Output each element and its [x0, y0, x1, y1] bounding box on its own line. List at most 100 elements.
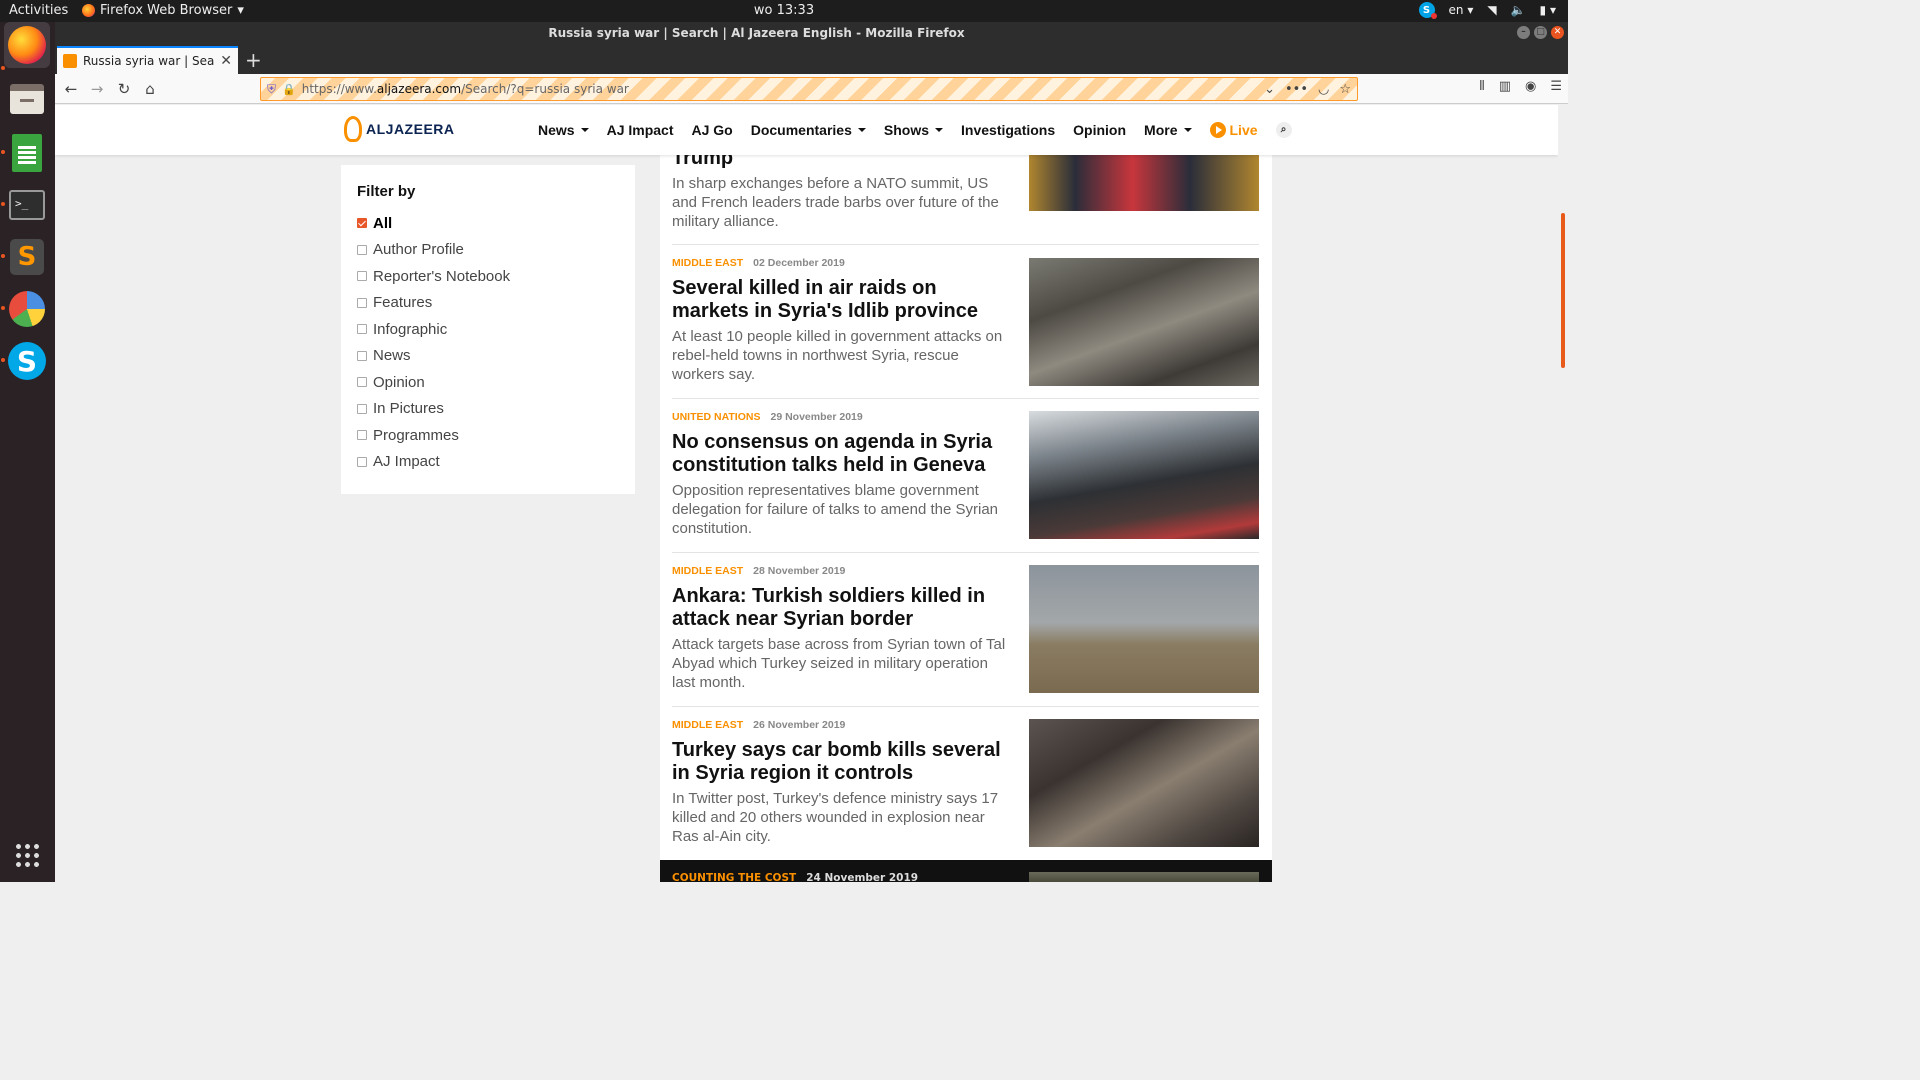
filter-option-programmes[interactable]: Programmes — [357, 422, 619, 449]
dock-skype[interactable]: S — [4, 338, 50, 384]
filter-option-label: News — [373, 347, 411, 365]
result-headline[interactable]: Turkey says car bomb kills several in Sy… — [672, 739, 1012, 785]
result-summary: Attack targets base across from Syrian t… — [672, 636, 1006, 691]
checkbox[interactable] — [357, 350, 367, 361]
search-icon[interactable]: ⌕ — [1275, 122, 1292, 138]
filter-option-label: Opinion — [373, 373, 425, 391]
filter-option-in-pictures[interactable]: In Pictures — [357, 396, 619, 423]
result-date: 24 November 2019 — [806, 872, 919, 882]
home-button[interactable]: ⌂ — [140, 79, 160, 99]
menu-icon[interactable]: ☰ — [1550, 79, 1562, 94]
scrollbar-thumb[interactable] — [1561, 213, 1565, 368]
reload-button[interactable]: ↻ — [114, 79, 134, 99]
search-result[interactable]: MIDDLE EAST 02 December 2019 Several kill… — [672, 245, 1259, 399]
result-category[interactable]: MIDDLE EAST — [672, 719, 743, 731]
library-icon[interactable]: ⫴ — [1479, 79, 1484, 94]
result-category[interactable]: MIDDLE EAST — [672, 257, 743, 269]
result-category[interactable]: COUNTING THE COST — [672, 872, 796, 882]
checkbox[interactable] — [357, 271, 367, 282]
checkbox-checked[interactable] — [357, 218, 367, 229]
nav-aj-impact[interactable]: AJ Impact — [607, 122, 674, 138]
tracking-shield-icon[interactable]: ⛨ — [267, 82, 276, 97]
result-headline[interactable]: Several killed in air raids on markets i… — [672, 277, 1012, 323]
filter-option-author-profile[interactable]: Author Profile — [357, 237, 619, 264]
nav-aj-go[interactable]: AJ Go — [692, 122, 733, 138]
volume-icon[interactable]: 🔈 — [1511, 3, 1526, 17]
sidebar-icon[interactable]: ▥ — [1499, 79, 1511, 94]
result-date: 28 November 2019 — [753, 565, 846, 577]
app-menu[interactable]: Firefox Web Browser ▾ — [82, 3, 244, 18]
result-thumbnail[interactable] — [1029, 411, 1259, 539]
wifi-icon[interactable]: ◥ — [1487, 3, 1496, 17]
app-menu-label: Firefox Web Browser — [100, 3, 233, 18]
nav-documentaries[interactable]: Documentaries — [751, 122, 866, 138]
dock-spreadsheet[interactable] — [4, 130, 50, 176]
checkbox[interactable] — [357, 244, 367, 255]
result-category[interactable]: MIDDLE EAST — [672, 565, 743, 577]
filter-option-aj-impact[interactable]: AJ Impact — [357, 449, 619, 476]
result-category[interactable]: UNITED NATIONS — [672, 411, 760, 423]
activities-button[interactable]: Activities — [9, 3, 68, 18]
result-thumbnail[interactable] — [1029, 872, 1259, 882]
result-thumbnail[interactable] — [1029, 565, 1259, 693]
filter-option-news[interactable]: News — [357, 343, 619, 370]
chevron-down-icon[interactable]: ⌄ — [1264, 82, 1275, 97]
skype-tray-icon[interactable]: S — [1418, 2, 1437, 19]
checkbox[interactable] — [357, 456, 367, 467]
page-scrollbar[interactable] — [1558, 105, 1568, 882]
close-button[interactable]: ✕ — [1551, 26, 1564, 39]
page-content: ALJAZEERA News AJ Impact AJ Go Documenta… — [55, 105, 1558, 882]
aljazeera-logo-icon — [344, 116, 362, 142]
search-result-featured[interactable]: COUNTING THE COST 24 November 2019 — [660, 860, 1272, 882]
close-tab-icon[interactable]: ✕ — [220, 53, 232, 69]
url-prefix: https://www. — [301, 82, 377, 96]
filter-option-label: AJ Impact — [373, 453, 440, 471]
filter-option-features[interactable]: Features — [357, 290, 619, 317]
new-tab-button[interactable]: + — [245, 48, 262, 72]
language-indicator[interactable]: en ▾ — [1449, 3, 1474, 17]
page-actions-icon[interactable]: ••• — [1285, 82, 1308, 97]
filter-option-all[interactable]: All — [357, 210, 619, 237]
result-thumbnail[interactable] — [1029, 719, 1259, 847]
maximize-button[interactable]: □ — [1534, 26, 1547, 39]
result-headline[interactable]: No consensus on agenda in Syria constitu… — [672, 431, 1012, 477]
filter-option-opinion[interactable]: Opinion — [357, 369, 619, 396]
dock-sublime[interactable]: S — [4, 234, 50, 280]
url-text[interactable]: https://www.aljazeera.com/Search/?q=russ… — [302, 82, 1258, 96]
aljazeera-logo[interactable]: ALJAZEERA — [344, 116, 455, 142]
dock-chart-app[interactable] — [4, 286, 50, 332]
checkbox[interactable] — [357, 403, 367, 414]
filter-option-reporters-notebook[interactable]: Reporter's Notebook — [357, 263, 619, 290]
system-tray[interactable]: S en ▾ ◥ 🔈 ▮ ▾ — [1418, 2, 1556, 19]
nav-news[interactable]: News — [538, 122, 589, 138]
checkbox[interactable] — [357, 324, 367, 335]
bookmark-star-icon[interactable]: ☆ — [1339, 82, 1351, 97]
checkbox[interactable] — [357, 377, 367, 388]
tab-active[interactable]: Russia syria war | Search ✕ — [57, 46, 238, 74]
dock-files[interactable] — [4, 76, 50, 122]
search-result[interactable]: MIDDLE EAST 28 November 2019 Ankara: Turk… — [672, 553, 1259, 707]
nav-opinion[interactable]: Opinion — [1073, 122, 1126, 138]
dock-terminal[interactable]: >_ — [4, 182, 50, 228]
nav-more[interactable]: More — [1144, 122, 1192, 138]
checkbox[interactable] — [357, 297, 367, 308]
result-thumbnail[interactable] — [1029, 258, 1259, 386]
lock-icon[interactable]: 🔒 — [282, 83, 296, 96]
checkbox[interactable] — [357, 430, 367, 441]
nav-investigations[interactable]: Investigations — [961, 122, 1055, 138]
nav-shows[interactable]: Shows — [884, 122, 944, 138]
url-bar[interactable]: ⛨ 🔒 https://www.aljazeera.com/Search/?q=… — [260, 77, 1358, 101]
account-icon[interactable]: ◉ — [1525, 79, 1536, 94]
search-result[interactable]: UNITED NATIONS 29 November 2019 No consen… — [672, 399, 1259, 553]
pocket-icon[interactable]: ◡ — [1318, 82, 1329, 97]
back-button[interactable]: ← — [61, 79, 81, 99]
result-headline[interactable]: Ankara: Turkish soldiers killed in attac… — [672, 585, 1012, 631]
forward-button[interactable]: → — [87, 79, 107, 99]
battery-icon[interactable]: ▮ ▾ — [1540, 3, 1556, 17]
tab-title: Russia syria war | Search — [83, 54, 215, 68]
nav-live[interactable]: Live — [1209, 122, 1258, 138]
filter-option-infographic[interactable]: Infographic — [357, 316, 619, 343]
minimize-button[interactable]: – — [1517, 26, 1530, 39]
search-result[interactable]: MIDDLE EAST 26 November 2019 Turkey says … — [672, 707, 1259, 860]
show-applications-icon[interactable] — [14, 842, 40, 868]
